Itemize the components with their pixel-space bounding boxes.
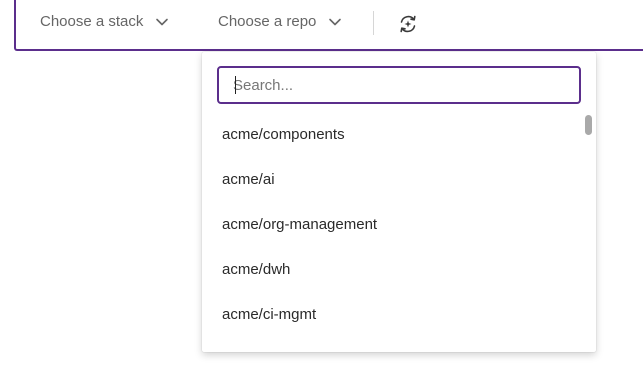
repo-dropdown: acme/components acme/ai acme/org-managem… xyxy=(202,52,596,352)
list-item[interactable]: acme/components xyxy=(202,112,582,157)
choose-stack-button[interactable]: Choose a stack xyxy=(40,13,169,30)
chevron-down-icon xyxy=(329,18,342,25)
search-input[interactable] xyxy=(217,66,581,104)
refresh-sparkle-icon[interactable] xyxy=(397,13,419,35)
toolbar: Choose a stack Choose a repo xyxy=(14,0,643,51)
scrollbar-thumb[interactable] xyxy=(585,115,592,135)
toolbar-divider xyxy=(373,11,374,35)
list-item[interactable]: acme/dwh xyxy=(202,247,582,292)
list-item[interactable]: acme/ci-mgmt xyxy=(202,292,582,337)
text-caret xyxy=(235,76,236,94)
repo-list: acme/components acme/ai acme/org-managem… xyxy=(202,112,582,337)
choose-stack-label: Choose a stack xyxy=(40,13,144,30)
choose-repo-label: Choose a repo xyxy=(218,13,317,30)
choose-repo-button[interactable]: Choose a repo xyxy=(218,13,342,30)
chevron-down-icon xyxy=(156,18,169,25)
list-item[interactable]: acme/org-management xyxy=(202,202,582,247)
list-item[interactable]: acme/ai xyxy=(202,157,582,202)
scrollbar[interactable] xyxy=(582,112,596,352)
